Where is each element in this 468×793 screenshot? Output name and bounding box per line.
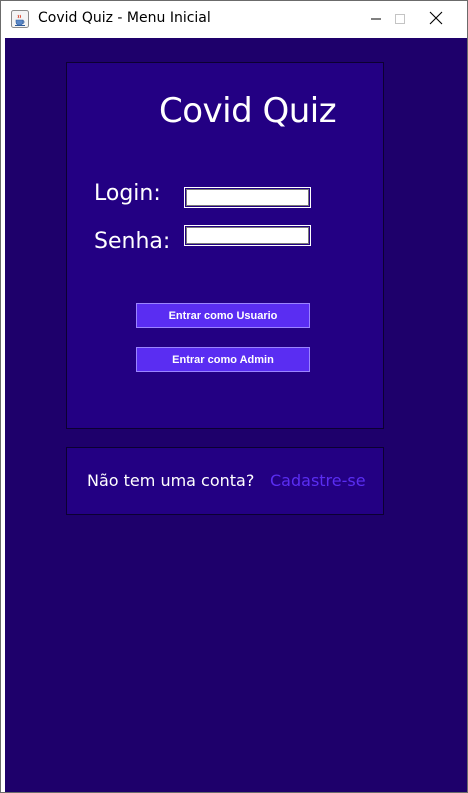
close-icon (429, 10, 443, 29)
window-title: Covid Quiz - Menu Inicial (38, 10, 211, 26)
app-window: Covid Quiz - Menu Inicial Covid Quiz Log… (0, 0, 468, 793)
enter-as-admin-button[interactable]: Entrar como Admin (136, 347, 310, 372)
signup-panel: Não tem uma conta? Cadastre-se (66, 447, 384, 515)
login-input[interactable] (184, 187, 311, 208)
signup-link[interactable]: Cadastre-se (270, 471, 366, 490)
senha-label: Senha: (94, 229, 171, 254)
signup-question: Não tem uma conta? (87, 471, 255, 490)
login-panel: Covid Quiz Login: Senha: Entrar como Usu… (66, 62, 384, 429)
enter-as-user-button[interactable]: Entrar como Usuario (136, 303, 310, 328)
java-cup-icon (11, 10, 29, 28)
app-title: Covid Quiz (159, 91, 337, 131)
close-button[interactable] (413, 1, 459, 38)
main-content: Covid Quiz Login: Senha: Entrar como Usu… (5, 38, 467, 792)
title-bar[interactable]: Covid Quiz - Menu Inicial (1, 1, 467, 38)
login-label: Login: (94, 181, 161, 206)
senha-input[interactable] (184, 225, 311, 246)
maximize-icon (394, 10, 406, 29)
